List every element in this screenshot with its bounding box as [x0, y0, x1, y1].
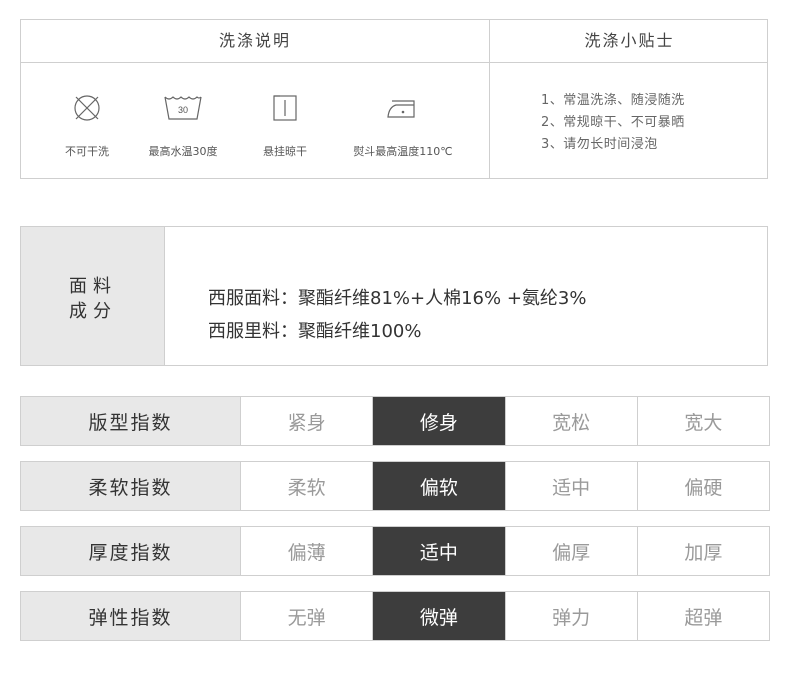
index-option: 修身: [373, 397, 506, 445]
index-option: 弹力: [506, 592, 638, 640]
hang-dry-icon: [273, 95, 297, 121]
fabric-lining: 西服里料：聚酯纤维100%: [208, 321, 422, 342]
fit-index-row: 版型指数 紧身 修身 宽松 宽大: [20, 396, 770, 446]
thickness-index-row: 厚度指数 偏薄 适中 偏厚 加厚: [20, 526, 770, 576]
elasticity-index-row: 弹性指数 无弹 微弹 弹力 超弹: [20, 591, 770, 641]
fabric-heading-line1: 面料: [69, 276, 117, 297]
tip-item: 2、常规晾干、不可暴晒: [541, 115, 685, 130]
index-name: 厚度指数: [21, 527, 241, 575]
index-name: 柔软指数: [21, 462, 241, 510]
index-option: 适中: [506, 462, 638, 510]
tip-item: 3、请勿长时间浸泡: [541, 137, 658, 152]
index-option: 适中: [373, 527, 506, 575]
index-option: 偏厚: [506, 527, 638, 575]
index-option: 超弹: [684, 606, 723, 629]
care-label: 熨斗最高温度110℃: [353, 145, 453, 158]
index-option: 偏薄: [241, 527, 374, 575]
index-option: 紧身: [241, 397, 374, 445]
index-option: 宽松: [506, 397, 638, 445]
fabric-heading-line2: 成分: [69, 301, 117, 322]
care-label: 悬挂晾干: [263, 145, 307, 158]
index-option: 偏硬: [684, 476, 723, 499]
index-name: 版型指数: [21, 397, 241, 445]
index-option: 加厚: [684, 541, 723, 564]
index-option: 柔软: [241, 462, 374, 510]
wash-tips: 1、常温洗涤、随浸随洗 2、常规晾干、不可暴晒 3、请勿长时间浸泡: [541, 90, 685, 156]
iron-icon: [387, 100, 415, 118]
wash-instructions-box: 洗涤说明 洗涤小贴士 不可干洗 30 最高水温30度 悬挂晾干 熨斗最高温度11…: [20, 19, 768, 179]
care-icons: 不可干洗 30 最高水温30度 悬挂晾干 熨斗最高温度110℃: [21, 63, 489, 179]
index-option: 偏软: [373, 462, 506, 510]
no-wash-icon: [74, 95, 100, 121]
index-option: 无弹: [241, 592, 374, 640]
softness-index-row: 柔软指数 柔软 偏软 适中 偏硬: [20, 461, 770, 511]
index-option: 宽大: [684, 411, 723, 434]
wash-30-icon: 30: [164, 96, 202, 120]
index-option: 微弹: [373, 592, 506, 640]
wash-temp-text: 30: [178, 105, 188, 115]
tip-item: 1、常温洗涤、随浸随洗: [541, 93, 685, 108]
index-name: 弹性指数: [21, 592, 241, 640]
fabric-composition-box: 面料 成分 西服面料：聚酯纤维81%+人棉16% +氨纶3% 西服里料：聚酯纤维…: [20, 226, 768, 366]
care-item-iron: 熨斗最高温度110℃: [343, 63, 463, 179]
fabric-outer: 西服面料：聚酯纤维81%+人棉16% +氨纶3%: [208, 288, 587, 309]
tips-title: 洗涤小贴士: [584, 31, 675, 50]
wash-title: 洗涤说明: [218, 31, 291, 50]
fabric-heading: 面料 成分: [21, 227, 165, 365]
care-item-hang-dry: 悬挂晾干: [225, 63, 345, 179]
